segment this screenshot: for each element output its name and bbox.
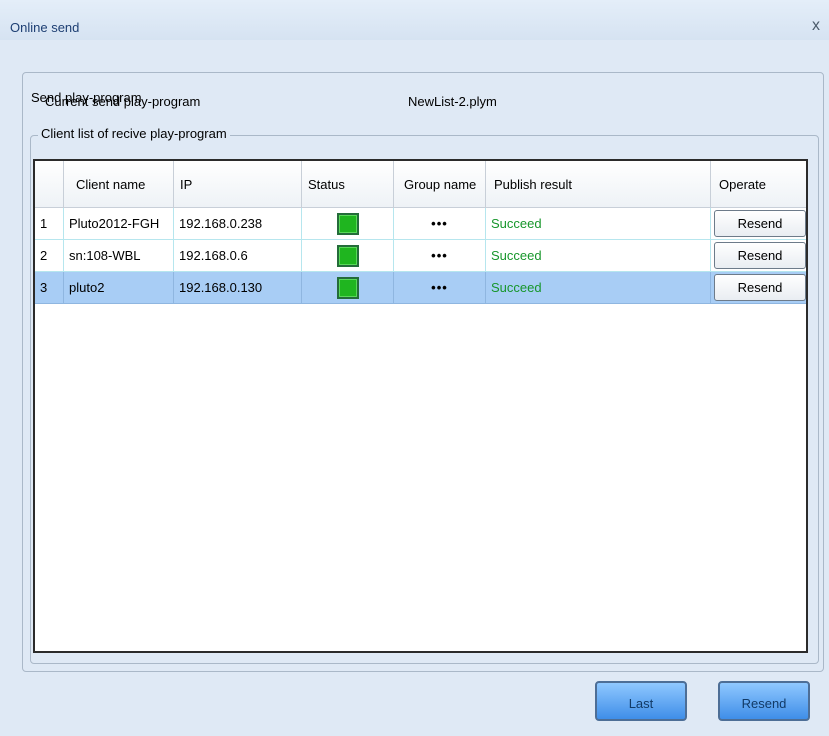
group-cell[interactable]: ••• bbox=[394, 240, 486, 271]
table-row[interactable]: 2 sn:108-WBL 192.168.0.6 ••• Succeed Res… bbox=[35, 240, 806, 272]
current-program-label: Current send play-program bbox=[45, 94, 201, 109]
operate-cell: Resend bbox=[711, 240, 806, 271]
status-cell bbox=[302, 272, 394, 303]
group-more-icon[interactable]: ••• bbox=[431, 280, 448, 295]
status-online-icon bbox=[336, 276, 359, 299]
group-more-icon[interactable]: ••• bbox=[431, 248, 448, 263]
client-ip: 192.168.0.6 bbox=[174, 240, 302, 271]
window-title: Online send bbox=[10, 20, 80, 35]
header-client-name[interactable]: Client name bbox=[64, 161, 174, 207]
status-cell bbox=[302, 208, 394, 239]
row-resend-button[interactable]: Resend bbox=[714, 210, 806, 237]
row-resend-button[interactable]: Resend bbox=[714, 274, 806, 301]
status-online-icon bbox=[336, 212, 359, 235]
row-index: 2 bbox=[35, 240, 64, 271]
operate-cell: Resend bbox=[711, 208, 806, 239]
resend-button[interactable]: Resend bbox=[718, 681, 810, 721]
group-cell[interactable]: ••• bbox=[394, 208, 486, 239]
row-resend-button[interactable]: Resend bbox=[714, 242, 806, 269]
group-more-icon[interactable]: ••• bbox=[431, 216, 448, 231]
client-name: sn:108-WBL bbox=[64, 240, 174, 271]
header-publish-result[interactable]: Publish result bbox=[486, 161, 711, 207]
client-table: Client name IP Status Group name Publish… bbox=[33, 159, 808, 653]
publish-result: Succeed bbox=[486, 272, 711, 303]
title-bar: Online send x bbox=[0, 0, 829, 40]
header-index bbox=[35, 161, 64, 207]
header-operate[interactable]: Operate bbox=[711, 161, 806, 207]
client-ip: 192.168.0.130 bbox=[174, 272, 302, 303]
header-group-name[interactable]: Group name bbox=[394, 161, 486, 207]
header-status[interactable]: Status bbox=[302, 161, 394, 207]
resend-button-label: Resend bbox=[741, 695, 787, 711]
status-cell bbox=[302, 240, 394, 271]
last-button-label: Last bbox=[628, 695, 654, 711]
client-group-legend: Client list of recive play-program bbox=[38, 126, 230, 141]
header-ip[interactable]: IP bbox=[174, 161, 302, 207]
client-name: Pluto2012-FGH bbox=[64, 208, 174, 239]
current-program-value: NewList-2.plym bbox=[408, 94, 497, 109]
table-row-selected[interactable]: 3 pluto2 192.168.0.130 ••• Succeed Resen… bbox=[35, 272, 806, 304]
last-button[interactable]: Last bbox=[595, 681, 687, 721]
row-index: 3 bbox=[35, 272, 64, 303]
row-index: 1 bbox=[35, 208, 64, 239]
status-online-icon bbox=[336, 244, 359, 267]
publish-result: Succeed bbox=[486, 208, 711, 239]
operate-cell: Resend bbox=[711, 272, 806, 303]
publish-result: Succeed bbox=[486, 240, 711, 271]
client-ip: 192.168.0.238 bbox=[174, 208, 302, 239]
table-row[interactable]: 1 Pluto2012-FGH 192.168.0.238 ••• Succee… bbox=[35, 208, 806, 240]
client-name: pluto2 bbox=[64, 272, 174, 303]
close-icon[interactable]: x bbox=[812, 17, 820, 35]
table-header: Client name IP Status Group name Publish… bbox=[35, 161, 806, 208]
group-cell[interactable]: ••• bbox=[394, 272, 486, 303]
